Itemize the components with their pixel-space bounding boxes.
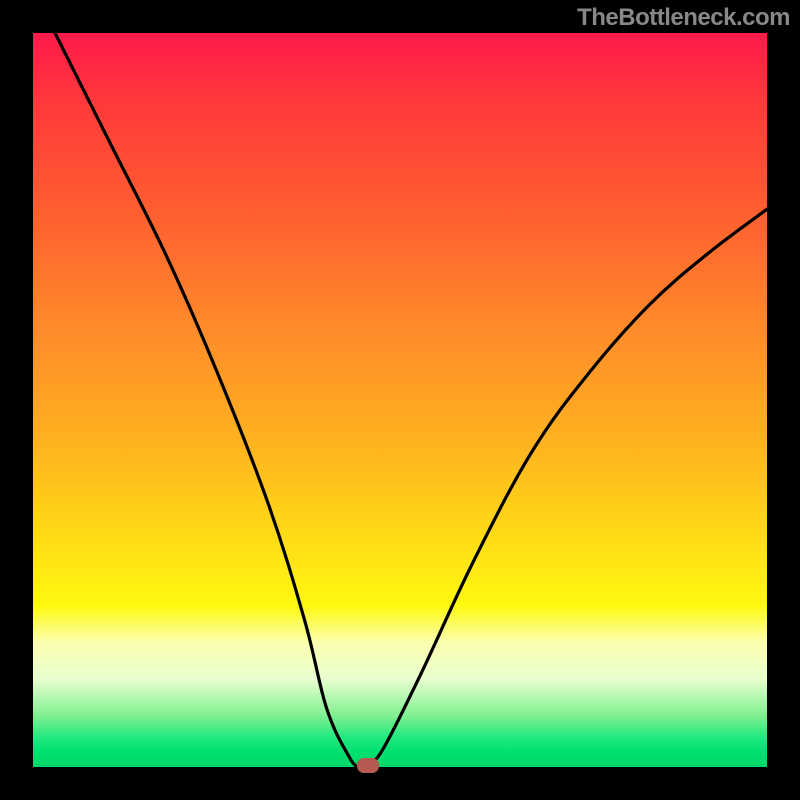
chart-container: TheBottleneck.com bbox=[0, 0, 800, 800]
optimal-point-marker bbox=[357, 758, 379, 773]
watermark-text: TheBottleneck.com bbox=[577, 4, 790, 32]
plot-area bbox=[33, 33, 767, 767]
bottleneck-curve bbox=[33, 33, 767, 767]
